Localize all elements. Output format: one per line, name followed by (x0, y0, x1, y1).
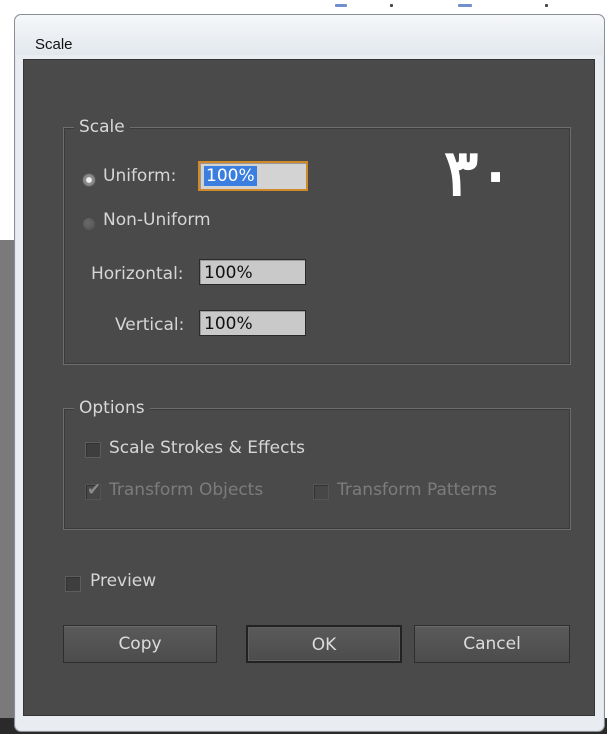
titlebar[interactable]: Scale (15, 15, 604, 55)
options-group: Options Scale Strokes & Effects ✔ Transf… (63, 398, 571, 530)
non-uniform-label[interactable]: Non-Uniform (103, 210, 211, 230)
transform-objects-checkbox[interactable]: ✔ (85, 480, 101, 500)
transform-objects-label[interactable]: Transform Objects (109, 480, 263, 500)
background-app-strip (0, 240, 14, 734)
options-group-legend: Options (74, 398, 150, 418)
vertical-value: 100% (204, 314, 253, 334)
cancel-button[interactable]: Cancel (414, 625, 570, 663)
scale-strokes-checkbox[interactable] (85, 442, 101, 458)
scale-strokes-label[interactable]: Scale Strokes & Effects (109, 438, 305, 458)
transform-patterns-label[interactable]: Transform Patterns (337, 480, 497, 500)
horizontal-label: Horizontal: (91, 264, 184, 284)
uniform-value: 100% (204, 166, 257, 186)
vertical-input[interactable]: 100% (199, 310, 306, 336)
copy-button[interactable]: Copy (63, 625, 217, 663)
non-uniform-radio[interactable] (82, 217, 96, 231)
checkmark-icon: ✔ (87, 480, 102, 500)
dialog-title: Scale (35, 36, 73, 53)
scale-group-legend: Scale (74, 117, 130, 137)
horizontal-input[interactable]: 100% (199, 259, 306, 285)
uniform-radio[interactable] (82, 173, 96, 187)
dialog-body: ۳۰ Scale Uniform: 100% Non-Uniform Horiz… (23, 59, 595, 716)
screenshot-page: Scale ۳۰ Scale Uniform: 100% Non-Uniform… (0, 0, 607, 734)
scale-dialog: Scale ۳۰ Scale Uniform: 100% Non-Uniform… (14, 14, 605, 732)
preview-label[interactable]: Preview (90, 571, 156, 591)
scale-group: Scale Uniform: 100% Non-Uniform Horizont… (63, 117, 571, 365)
uniform-label[interactable]: Uniform: (103, 166, 176, 186)
uniform-input[interactable]: 100% (198, 161, 308, 191)
ok-button[interactable]: OK (246, 625, 402, 663)
preview-checkbox[interactable] (65, 576, 81, 592)
horizontal-value: 100% (204, 263, 253, 283)
transform-patterns-checkbox[interactable] (313, 484, 329, 500)
vertical-label: Vertical: (115, 315, 185, 335)
